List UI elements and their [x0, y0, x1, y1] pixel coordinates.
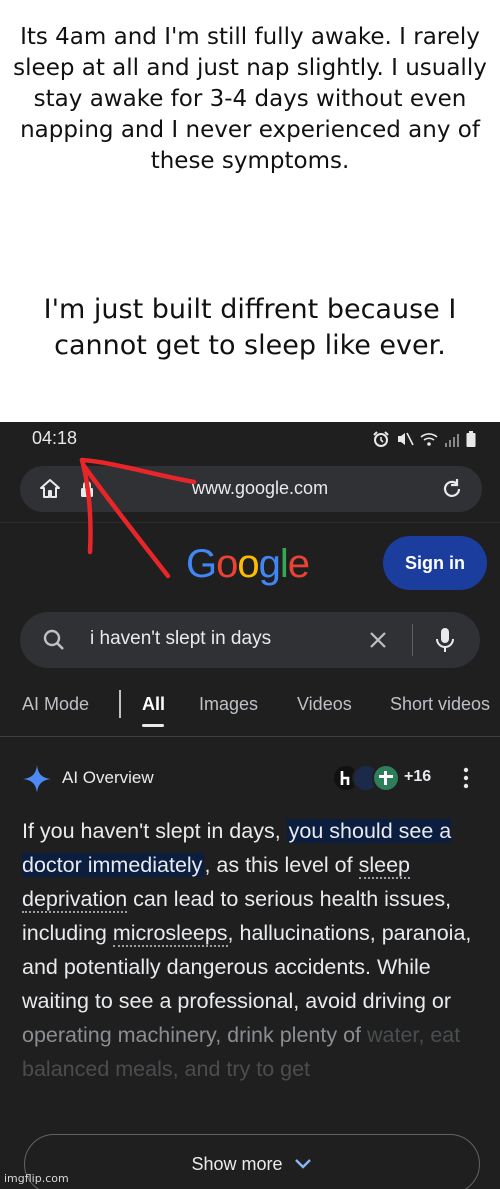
- mic-icon[interactable]: [434, 626, 456, 654]
- show-more-label: Show more: [191, 1153, 283, 1174]
- search-icon: [43, 629, 64, 650]
- ai-overview-text: If you haven't slept in days, you should…: [22, 814, 484, 1086]
- more-options-icon[interactable]: [462, 766, 470, 790]
- clear-icon[interactable]: [366, 628, 390, 652]
- source-avatars[interactable]: [332, 764, 402, 794]
- tab-ai-mode[interactable]: AI Mode: [22, 694, 89, 715]
- more-sources-count[interactable]: +16: [404, 768, 431, 786]
- alarm-icon: [372, 431, 390, 451]
- url-text[interactable]: www.google.com: [192, 478, 328, 499]
- ai-overview-header: AI Overview +16: [22, 764, 482, 794]
- reload-icon[interactable]: [440, 477, 464, 501]
- search-separator: [412, 624, 413, 656]
- search-input[interactable]: i haven't slept in days: [90, 628, 271, 650]
- tab-divider: [119, 690, 121, 718]
- tab-short-videos[interactable]: Short videos: [390, 694, 490, 715]
- home-icon[interactable]: [38, 477, 62, 501]
- signal-icon: [444, 432, 460, 451]
- meme-caption-top: Its 4am and I'm still fully awake. I rar…: [13, 24, 487, 174]
- tab-active-underline: [142, 724, 164, 727]
- search-box[interactable]: i haven't slept in days: [20, 612, 480, 668]
- ai-text-faded: operating machinery, drink plenty of: [22, 1023, 367, 1047]
- status-bar: 04:18: [0, 422, 500, 458]
- status-time: 04:18: [32, 428, 78, 448]
- link-microsleeps[interactable]: microsleeps: [112, 921, 228, 947]
- browser-toolbar: www.google.com: [0, 458, 500, 524]
- ai-text-part: , as this level of: [204, 853, 359, 877]
- tab-videos[interactable]: Videos: [297, 694, 352, 715]
- google-logo[interactable]: Google: [186, 542, 310, 587]
- ai-overview-title: AI Overview: [62, 768, 154, 787]
- sign-in-button[interactable]: Sign in: [383, 536, 487, 590]
- tab-all[interactable]: All: [142, 694, 165, 715]
- status-icons: [372, 431, 476, 451]
- address-bar[interactable]: www.google.com: [20, 466, 482, 512]
- lock-icon: [81, 481, 93, 497]
- mute-icon: [396, 431, 414, 451]
- imgflip-watermark: imgflip.com: [4, 1172, 69, 1185]
- sparkle-icon: [23, 765, 51, 793]
- show-more-button[interactable]: Show more: [24, 1134, 480, 1189]
- wifi-icon: [420, 431, 438, 451]
- battery-icon: [466, 431, 476, 451]
- tab-images[interactable]: Images: [199, 694, 258, 715]
- chevron-down-icon: [294, 1159, 311, 1169]
- tabs-divider: [0, 736, 500, 737]
- meme-caption-bottom: I'm just built diffrent because I cannot…: [43, 294, 457, 361]
- phone-screenshot: 04:18 www.google.com Google Sign in i ha…: [0, 422, 500, 1189]
- toolbar-divider: [0, 522, 500, 523]
- ai-text-part: If you haven't slept in days,: [22, 819, 287, 843]
- source-avatar: [372, 764, 400, 792]
